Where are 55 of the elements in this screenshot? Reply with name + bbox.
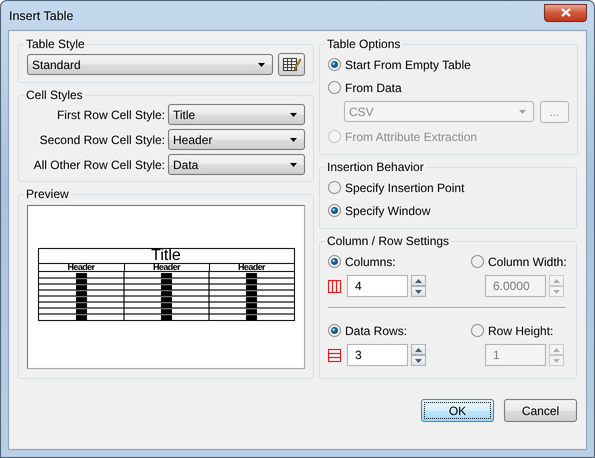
group-title: Column / Row Settings xyxy=(326,234,450,248)
close-icon xyxy=(560,8,570,17)
radio-button[interactable]: Row Height: xyxy=(471,319,568,342)
columns-icon xyxy=(328,280,341,292)
table-pencil-icon xyxy=(282,56,300,72)
table-title: Title xyxy=(151,246,181,264)
number-field[interactable]: 3 xyxy=(347,344,408,366)
field-label: First Row Cell Style: xyxy=(56,108,165,122)
radio-button[interactable]: Specify Window xyxy=(328,199,430,222)
caret-icon xyxy=(258,62,265,66)
cell-style-dropdown[interactable]: Data xyxy=(168,154,305,175)
group-title: Preview xyxy=(25,187,70,201)
caret-icon xyxy=(290,162,297,166)
radio-button[interactable]: Columns: xyxy=(328,250,471,273)
down-arrow-icon xyxy=(553,358,560,362)
group-title: Table Options xyxy=(326,37,402,51)
down-arrow-icon xyxy=(415,358,422,362)
down-arrow-icon xyxy=(553,290,560,294)
group-title: Insertion Behavior xyxy=(326,160,425,174)
spin-up-button[interactable] xyxy=(411,344,426,355)
number-field[interactable]: 4 xyxy=(347,275,408,297)
up-arrow-icon xyxy=(415,348,422,352)
column-header: Header xyxy=(208,264,294,270)
down-arrow-icon xyxy=(415,290,422,294)
table-style-dropdown[interactable]: Standard xyxy=(27,54,273,75)
number-field[interactable]: 1 xyxy=(485,344,546,366)
up-arrow-icon xyxy=(553,348,560,352)
radio-button[interactable]: Start From Empty Table xyxy=(328,53,471,76)
spin-down-button[interactable] xyxy=(411,286,426,297)
column-header: Header xyxy=(66,264,96,270)
spin-up-button[interactable] xyxy=(411,275,426,286)
ok-button[interactable]: OK xyxy=(421,399,494,422)
cell-style-dropdown[interactable]: Header xyxy=(168,129,305,150)
field-label: All Other Row Cell Style: xyxy=(32,158,165,172)
group-title: Cell Styles xyxy=(25,88,84,102)
caret-icon xyxy=(290,112,297,116)
close-button[interactable] xyxy=(544,4,587,22)
field-label: Second Row Cell Style: xyxy=(38,132,165,146)
caret-icon xyxy=(290,138,297,142)
group-title: Table Style xyxy=(25,37,86,51)
edit-style-button[interactable] xyxy=(278,53,305,76)
caret-icon xyxy=(519,110,526,114)
up-arrow-icon xyxy=(553,278,560,282)
up-arrow-icon xyxy=(415,278,422,282)
radio-button[interactable]: Data Rows: xyxy=(328,319,471,342)
rows-icon xyxy=(328,348,341,362)
radio-button[interactable]: Specify Insertion Point xyxy=(328,176,464,199)
window-title: Insert Table xyxy=(8,8,74,22)
column-header: Header xyxy=(124,264,208,270)
radio-button[interactable]: Column Width: xyxy=(471,250,568,273)
cancel-button[interactable]: Cancel xyxy=(504,399,577,422)
cell-style-dropdown[interactable]: Title xyxy=(168,104,305,125)
number-field[interactable]: 6.0000 xyxy=(485,275,546,297)
spin-down-button[interactable] xyxy=(411,355,426,366)
radio-button[interactable]: From Data xyxy=(328,76,402,99)
